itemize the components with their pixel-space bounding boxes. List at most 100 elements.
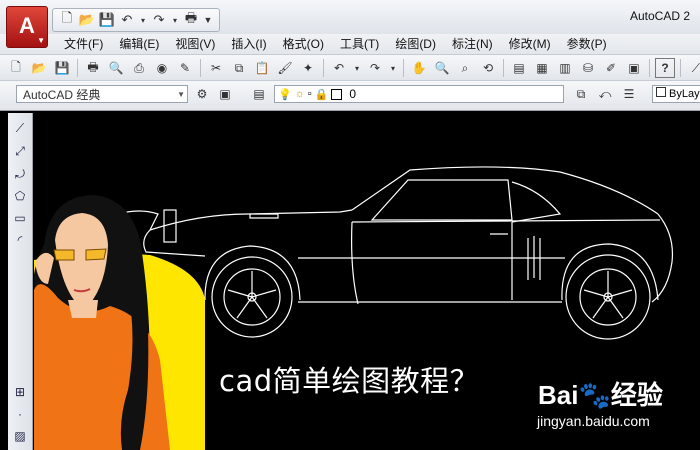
polygon-icon[interactable]: ⬠ [11, 187, 29, 205]
workspace-value: AutoCAD 经典 [23, 88, 101, 102]
redo-dropdown-icon[interactable]: ▾ [388, 58, 398, 78]
layer-select[interactable]: 💡 ☼ ▫ 🔒 0 [274, 85, 564, 103]
tool-palettes-icon[interactable]: ▥ [555, 58, 575, 78]
menu-dimension[interactable]: 标注(N) [444, 34, 501, 54]
zoom-window-icon[interactable]: ⌕ [455, 58, 475, 78]
standard-toolbar: 🗋 📂 💾 🖶 🔍 ⎙ ◉ ✎ ✂ ⧉ 📋 🖌 ✦ ↶ ▾ ↷ ▾ ✋ 🔍 ⌕ … [0, 55, 700, 81]
front-spokes [227, 271, 277, 319]
divider [649, 59, 650, 77]
save-icon[interactable]: 💾 [52, 58, 72, 78]
design-center-icon[interactable]: ▦ [532, 58, 552, 78]
autocad-logo-icon: A [19, 13, 35, 38]
workspace-select[interactable]: AutoCAD 经典 ▼ [16, 85, 188, 103]
car-door [351, 221, 359, 305]
match-properties-icon[interactable]: 🖌 [275, 58, 295, 78]
menu-file[interactable]: 文件(F) [56, 34, 111, 54]
redo-dropdown-icon[interactable]: ▾ [171, 12, 179, 28]
draw-line-icon[interactable]: ⟋ [686, 58, 700, 78]
layer-value: 0 [349, 87, 357, 101]
redo-icon[interactable]: ↷ [365, 58, 385, 78]
menu-insert[interactable]: 插入(I) [223, 34, 274, 54]
publish-icon[interactable]: ⎙ [129, 58, 149, 78]
print-preview-icon[interactable]: 🔍 [106, 58, 126, 78]
new-file-icon[interactable]: 🗋 [59, 10, 75, 28]
linetype-select[interactable]: ByLay [652, 85, 700, 103]
zoom-previous-icon[interactable]: ⟲ [478, 58, 498, 78]
menu-edit[interactable]: 编辑(E) [111, 34, 167, 54]
new-icon[interactable]: 🗋 [6, 58, 26, 78]
cut-icon[interactable]: ✂ [206, 58, 226, 78]
layer-properties-icon[interactable]: ▤ [250, 85, 268, 103]
menu-parametric[interactable]: 参数(P) [559, 34, 615, 54]
design-feed-icon[interactable]: ✎ [175, 58, 195, 78]
open-file-icon[interactable]: 📂 [79, 12, 95, 28]
undo-icon[interactable]: ↶ [119, 12, 135, 28]
rear-wheel-arch [561, 243, 659, 301]
divider [403, 59, 404, 77]
chevron-down-icon: ▼ [37, 36, 45, 45]
markup-icon[interactable]: ✐ [601, 58, 621, 78]
layer-previous-icon[interactable]: ⤺ [596, 85, 614, 103]
car-headlight [163, 209, 177, 243]
drawing-area[interactable]: cad简单绘图教程？ Bai🐾经验 jingyan.baidu.com [34, 111, 700, 450]
help-icon[interactable]: ? [655, 58, 675, 78]
divider [503, 59, 504, 77]
standard-toolbar-icons: 🗋 📂 💾 🖶 🔍 ⎙ ◉ ✎ ✂ ⧉ 📋 🖌 ✦ ↶ ▾ ↷ ▾ ✋ 🔍 ⌕ … [6, 58, 700, 78]
lock-icon[interactable]: 🔒 [315, 88, 329, 101]
3d-print-icon[interactable]: ◉ [152, 58, 172, 78]
copy-icon[interactable]: ⧉ [229, 58, 249, 78]
car-hood-scoop [249, 213, 279, 219]
draw-toolbar: ⟋ ⤢ ⤾ ⬠ ▭ ◜ ⊞ · ▨ [8, 113, 33, 450]
menu-format[interactable]: 格式(O) [275, 34, 332, 54]
construction-line-icon[interactable]: ⤢ [11, 142, 29, 160]
properties-icon[interactable]: ▤ [509, 58, 529, 78]
layer-state-icon[interactable]: ☰ [620, 85, 638, 103]
undo-dropdown-icon[interactable]: ▾ [352, 58, 362, 78]
menu-modify[interactable]: 修改(M) [501, 34, 559, 54]
polyline-icon[interactable]: ⤾ [11, 165, 29, 183]
customize-qat-icon[interactable]: ▼ [203, 12, 213, 28]
print-icon[interactable]: 🖶 [83, 58, 103, 78]
undo-icon[interactable]: ↶ [329, 58, 349, 78]
chevron-down-icon: ▼ [177, 90, 185, 99]
car-rear [651, 213, 674, 303]
arc-icon[interactable]: ◜ [11, 231, 29, 249]
lightbulb-icon[interactable]: 💡 [278, 88, 292, 101]
freeze-viewport-icon[interactable]: ▫ [308, 88, 312, 100]
open-icon[interactable]: 📂 [29, 58, 49, 78]
window-title: AutoCAD 2 [629, 9, 690, 23]
plot-icon[interactable]: 🖶 [183, 10, 199, 28]
redo-icon[interactable]: ↷ [151, 12, 167, 28]
paste-icon[interactable]: 📋 [252, 58, 272, 78]
hatch-icon[interactable]: ▨ [11, 427, 29, 445]
undo-dropdown-icon[interactable]: ▾ [139, 12, 147, 28]
workspace-settings-icon[interactable]: ⚙ [193, 85, 211, 103]
make-current-layer-icon[interactable]: ⧉ [572, 85, 590, 103]
menu-draw[interactable]: 绘图(D) [387, 34, 444, 54]
neck [68, 300, 98, 318]
quickcalc-icon[interactable]: ▣ [624, 58, 644, 78]
menu-view[interactable]: 视图(V) [167, 34, 223, 54]
application-menu-button[interactable]: A ▼ [6, 6, 48, 48]
menu-bar: 文件(F) 编辑(E) 视图(V) 插入(I) 格式(O) 工具(T) 绘图(D… [0, 34, 700, 55]
rear-spokes [583, 271, 633, 319]
car-rear-window [511, 181, 562, 223]
sheet-set-icon[interactable]: ⛁ [578, 58, 598, 78]
car-body-top [149, 209, 353, 231]
divider [323, 59, 324, 77]
sun-icon[interactable]: ☼ [295, 88, 305, 100]
save-icon[interactable]: 💾 [99, 12, 115, 28]
workspace-panel-icon[interactable]: ▣ [216, 85, 234, 103]
rectangle-icon[interactable]: ▭ [11, 209, 29, 227]
divider [680, 59, 681, 77]
bylayer-checkbox [656, 87, 666, 97]
point-icon[interactable]: · [11, 405, 29, 423]
zoom-realtime-icon[interactable]: 🔍 [432, 58, 452, 78]
block-editor-icon[interactable]: ✦ [298, 58, 318, 78]
menu-tools[interactable]: 工具(T) [332, 34, 387, 54]
caption-text: cad简单绘图教程？ [219, 364, 480, 398]
insert-block-icon[interactable]: ⊞ [11, 383, 29, 401]
layer-color-swatch [331, 88, 343, 100]
pan-icon[interactable]: ✋ [409, 58, 429, 78]
draw-line-icon[interactable]: ⟋ [11, 119, 29, 137]
